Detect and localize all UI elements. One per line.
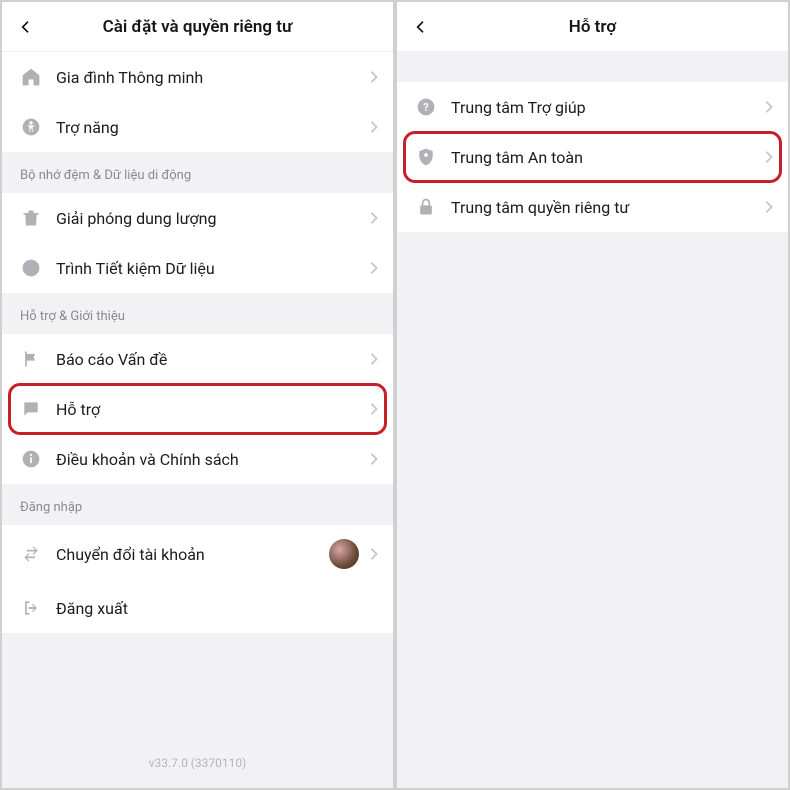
row-logout[interactable]: Đăng xuất xyxy=(2,583,393,633)
home-icon xyxy=(20,66,42,88)
switch-icon xyxy=(20,543,42,565)
settings-panel: Cài đặt và quyền riêng tư Gia đình Thông… xyxy=(2,2,393,788)
row-label: Giải phóng dung lượng xyxy=(56,209,369,228)
section-header-cache: Bộ nhớ đệm & Dữ liệu di động xyxy=(2,152,393,193)
header-left: Cài đặt và quyền riêng tư xyxy=(2,2,393,52)
row-label: Chuyển đổi tài khoản xyxy=(56,545,329,564)
chevron-right-icon xyxy=(369,402,379,416)
chevron-right-icon xyxy=(764,200,774,214)
section-header-login: Đăng nhập xyxy=(2,484,393,525)
group-cache: Giải phóng dung lượng Trình Tiết kiệm Dữ… xyxy=(2,193,393,293)
chevron-right-icon xyxy=(369,452,379,466)
chevron-left-icon xyxy=(413,19,429,35)
section-header-support: Hỗ trợ & Giới thiệu xyxy=(2,293,393,334)
lock-icon xyxy=(415,196,437,218)
flag-icon xyxy=(20,348,42,370)
row-free-space[interactable]: Giải phóng dung lượng xyxy=(2,193,393,243)
chevron-right-icon xyxy=(764,100,774,114)
row-label: Gia đình Thông minh xyxy=(56,68,369,87)
group-support-items: ? Trung tâm Trợ giúp Trung tâm An toàn T… xyxy=(397,82,788,232)
back-button[interactable] xyxy=(14,15,38,39)
row-data-saver[interactable]: Trình Tiết kiệm Dữ liệu xyxy=(2,243,393,293)
page-title-left: Cài đặt và quyền riêng tư xyxy=(2,17,393,37)
group-support: Báo cáo Vấn đề Hỗ trợ Điều khoản và Chín… xyxy=(2,334,393,484)
row-accessibility[interactable]: Trợ năng xyxy=(2,102,393,152)
row-family[interactable]: Gia đình Thông minh xyxy=(2,52,393,102)
logout-icon xyxy=(20,597,42,619)
chevron-left-icon xyxy=(18,19,34,35)
svg-text:?: ? xyxy=(423,101,428,114)
row-privacy-center[interactable]: Trung tâm quyền riêng tư xyxy=(397,182,788,232)
group-family: Gia đình Thông minh Trợ năng xyxy=(2,52,393,152)
accessibility-icon xyxy=(20,116,42,138)
row-label: Trợ năng xyxy=(56,118,369,137)
info-icon xyxy=(20,448,42,470)
chevron-right-icon xyxy=(369,211,379,225)
row-label: Đăng xuất xyxy=(56,599,379,618)
version-text: v33.7.0 (3370110) xyxy=(2,726,393,788)
support-panel: Hỗ trợ ? Trung tâm Trợ giúp Trung tâm An… xyxy=(397,2,788,788)
chevron-right-icon xyxy=(764,150,774,164)
data-saver-icon xyxy=(20,257,42,279)
row-label: Hỗ trợ xyxy=(56,400,369,419)
row-label: Trình Tiết kiệm Dữ liệu xyxy=(56,259,369,278)
row-label: Điều khoản và Chính sách xyxy=(56,450,369,469)
trash-icon xyxy=(20,207,42,229)
spacer xyxy=(397,52,788,82)
shield-icon xyxy=(415,146,437,168)
row-help-center[interactable]: ? Trung tâm Trợ giúp xyxy=(397,82,788,132)
page-title-right: Hỗ trợ xyxy=(397,17,788,37)
row-terms[interactable]: Điều khoản và Chính sách xyxy=(2,434,393,484)
row-label: Báo cáo Vấn đề xyxy=(56,350,369,369)
chevron-right-icon xyxy=(369,547,379,561)
row-support[interactable]: Hỗ trợ xyxy=(2,384,393,434)
row-report[interactable]: Báo cáo Vấn đề xyxy=(2,334,393,384)
group-login: Chuyển đổi tài khoản Đăng xuất xyxy=(2,525,393,633)
chevron-right-icon xyxy=(369,120,379,134)
avatar xyxy=(329,539,359,569)
chevron-right-icon xyxy=(369,352,379,366)
row-label: Trung tâm Trợ giúp xyxy=(451,98,764,117)
help-icon: ? xyxy=(415,96,437,118)
chat-icon xyxy=(20,398,42,420)
chevron-right-icon xyxy=(369,70,379,84)
row-label: Trung tâm quyền riêng tư xyxy=(451,198,764,217)
header-right: Hỗ trợ xyxy=(397,2,788,52)
back-button[interactable] xyxy=(409,15,433,39)
chevron-right-icon xyxy=(369,261,379,275)
row-label: Trung tâm An toàn xyxy=(451,148,764,167)
row-switch-account[interactable]: Chuyển đổi tài khoản xyxy=(2,525,393,583)
row-safety-center[interactable]: Trung tâm An toàn xyxy=(397,132,788,182)
